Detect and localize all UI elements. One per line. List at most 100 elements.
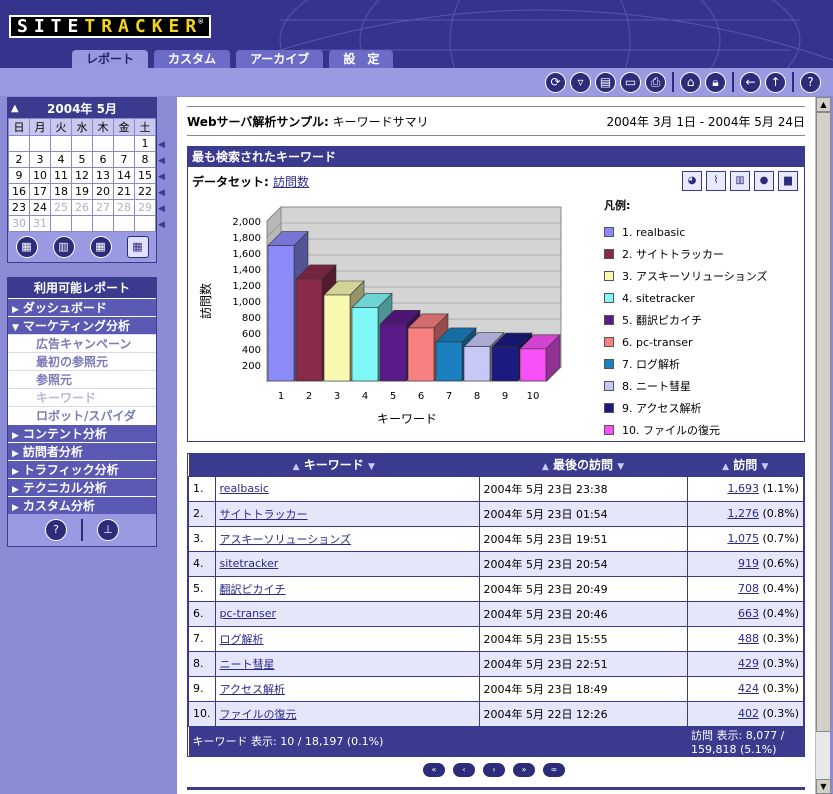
keyword-link[interactable]: ファイルの復元: [220, 708, 297, 721]
visits-link[interactable]: 708: [738, 582, 759, 595]
week-arrow-icon[interactable]: ◀: [158, 169, 165, 185]
visits-link[interactable]: 663: [738, 607, 759, 620]
lock-icon[interactable]: 🔒︎: [705, 71, 726, 93]
report-item[interactable]: ロボット/スパイダ: [8, 406, 156, 424]
calendar-day[interactable]: 19: [71, 183, 93, 200]
report-category[interactable]: ▼ マーケティング分析: [8, 316, 156, 334]
calendar-day[interactable]: 11: [50, 167, 72, 184]
last-visit-col-header[interactable]: ▲ 最後の訪問 ▼: [479, 454, 687, 476]
calendar-day[interactable]: 9: [8, 167, 30, 184]
calendar-day[interactable]: 26: [71, 199, 93, 216]
keyword-link[interactable]: サイトトラッカー: [220, 508, 308, 521]
bar3d-chart-icon[interactable]: ▆: [778, 171, 798, 191]
print-icon[interactable]: ⎙: [645, 71, 666, 93]
calendar-day[interactable]: 23: [8, 199, 30, 216]
calendar-day[interactable]: 22: [134, 183, 156, 200]
keyword-link[interactable]: ニート彗星: [220, 658, 275, 671]
tab-2[interactable]: アーカイブ: [236, 50, 324, 68]
visits-link[interactable]: 429: [738, 657, 759, 670]
keyword-link[interactable]: pc-transer: [220, 607, 277, 620]
calendar-day[interactable]: 1: [134, 135, 156, 152]
visits-link[interactable]: 402: [738, 707, 759, 720]
calendar-day[interactable]: 10: [29, 167, 51, 184]
visits-col-header[interactable]: ▲ 訪問 ▼: [687, 454, 804, 476]
visits-link[interactable]: 1,276: [727, 507, 759, 520]
keyword-link[interactable]: アスキーソリューションズ: [220, 533, 352, 546]
calendar-day[interactable]: 21: [113, 183, 135, 200]
calendar-day[interactable]: 2: [8, 151, 30, 168]
report-category[interactable]: ▶ 訪問者分析: [8, 442, 156, 460]
vertical-scrollbar[interactable]: ▲ ▼: [815, 97, 831, 794]
report-item[interactable]: キーワード: [8, 388, 156, 406]
week-arrow-icon[interactable]: ◀: [158, 153, 165, 169]
calendar-day[interactable]: 15: [134, 167, 156, 184]
first-page-icon[interactable]: «: [423, 763, 445, 777]
week-arrow-icon[interactable]: ◀: [158, 137, 165, 153]
visits-link[interactable]: 1,693: [727, 482, 759, 495]
pie3d-chart-icon[interactable]: ●: [754, 171, 774, 191]
calendar-day[interactable]: 16: [8, 183, 30, 200]
export-icon[interactable]: ▭: [620, 71, 641, 93]
keyword-link[interactable]: アクセス解析: [220, 683, 285, 696]
visits-link[interactable]: 919: [738, 557, 759, 570]
calendar-day[interactable]: 12: [71, 167, 93, 184]
report-category[interactable]: ▶ コンテント分析: [8, 424, 156, 442]
scroll-down-icon[interactable]: ▼: [816, 779, 831, 794]
tab-1[interactable]: カスタム: [154, 50, 231, 68]
calendar-day[interactable]: 18: [50, 183, 72, 200]
day-view-icon[interactable]: ▦: [15, 236, 38, 258]
calendar-day[interactable]: 5: [71, 151, 93, 168]
report-item[interactable]: 最初の参照元: [8, 352, 156, 370]
visits-link[interactable]: 1,075: [727, 532, 759, 545]
bar-chart-icon[interactable]: ▥: [730, 171, 750, 191]
calendar-day[interactable]: 8: [134, 151, 156, 168]
calendar-day[interactable]: 13: [92, 167, 114, 184]
report-item[interactable]: 参照元: [8, 370, 156, 388]
calendar-day[interactable]: 27: [92, 199, 114, 216]
all-pages-icon[interactable]: ∞: [543, 763, 565, 777]
back-icon[interactable]: ←: [740, 71, 761, 93]
last-page-icon[interactable]: »: [513, 763, 535, 777]
filter-icon[interactable]: ▿: [570, 71, 591, 93]
report-category[interactable]: ▶ カスタム分析: [8, 496, 156, 514]
calendar-day[interactable]: 7: [113, 151, 135, 168]
report-item[interactable]: 広告キャンペーン: [8, 334, 156, 352]
next-page-icon[interactable]: ›: [483, 763, 505, 777]
calendar-day[interactable]: 30: [8, 215, 30, 232]
up-icon[interactable]: ↑: [765, 71, 786, 93]
report-category[interactable]: ▶ テクニカル分析: [8, 478, 156, 496]
calendar-day[interactable]: 20: [92, 183, 114, 200]
keyword-link[interactable]: 翻訳ピカイチ: [220, 583, 286, 596]
visits-link[interactable]: 488: [738, 632, 759, 645]
refresh-icon[interactable]: ⟳: [545, 71, 566, 93]
keyword-col-header[interactable]: ▲ キーワード ▼: [188, 454, 479, 476]
week-arrow-icon[interactable]: ◀: [158, 201, 165, 217]
calendar-day[interactable]: 17: [29, 183, 51, 200]
keyword-link[interactable]: sitetracker: [220, 557, 279, 570]
calendar-day[interactable]: 14: [113, 167, 135, 184]
report-category[interactable]: ▶ ダッシュボード: [8, 298, 156, 316]
help-icon[interactable]: ?: [800, 71, 821, 93]
tab-3[interactable]: 設 定: [329, 50, 394, 68]
keyword-link[interactable]: realbasic: [220, 482, 269, 495]
month-view-icon[interactable]: ▦: [89, 236, 112, 258]
scroll-thumb[interactable]: [816, 112, 831, 732]
calendar-day[interactable]: 24: [29, 199, 51, 216]
prev-page-icon[interactable]: ‹: [453, 763, 475, 777]
tab-0[interactable]: レポート: [72, 50, 149, 68]
calendar-day[interactable]: 6: [92, 151, 114, 168]
week-arrow-icon[interactable]: ◀: [158, 217, 165, 233]
help-bubble-icon[interactable]: ?: [45, 519, 67, 541]
calendar-day[interactable]: 3: [29, 151, 51, 168]
report-category[interactable]: ▶ トラフィック分析: [8, 460, 156, 478]
week-arrow-icon[interactable]: ◀: [158, 185, 165, 201]
calendar-day[interactable]: 28: [113, 199, 135, 216]
calendar-day[interactable]: 29: [134, 199, 156, 216]
scroll-up-icon[interactable]: ▲: [816, 97, 831, 112]
pin-icon[interactable]: ⊥: [97, 519, 119, 541]
year-view-icon[interactable]: ▦: [126, 236, 149, 258]
calendar-day[interactable]: 31: [29, 215, 51, 232]
keyword-link[interactable]: ログ解析: [220, 633, 264, 646]
home-icon[interactable]: ⌂: [680, 71, 701, 93]
prev-month-icon[interactable]: ▲: [11, 103, 19, 114]
